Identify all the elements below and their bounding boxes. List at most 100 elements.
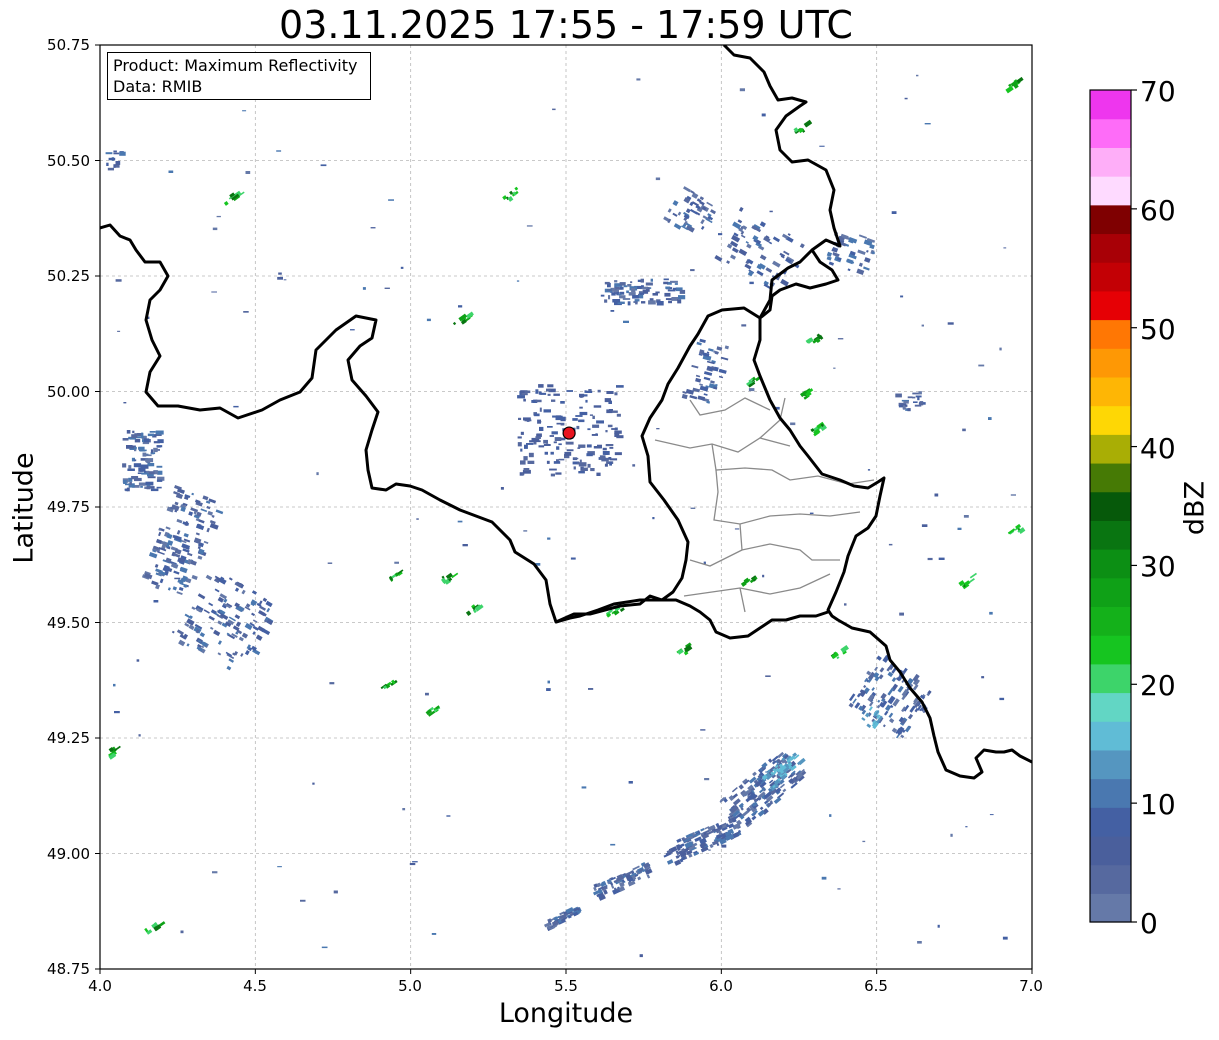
echo-cell	[559, 915, 565, 919]
echo-cell	[597, 444, 602, 449]
echo-cell	[924, 123, 931, 125]
echo-cell	[674, 283, 678, 285]
echo-cell	[554, 437, 562, 441]
echo-cell	[550, 451, 554, 455]
echo-cell	[566, 449, 574, 452]
echo-cell	[546, 688, 551, 691]
echo-cell	[586, 444, 592, 448]
echo-cell	[921, 324, 924, 327]
echo-cell	[596, 420, 604, 424]
echo-cell	[690, 269, 695, 272]
echo-cell	[384, 287, 390, 289]
echo-cell	[409, 863, 416, 866]
echo-cell	[547, 426, 553, 428]
echo-cell	[544, 451, 548, 455]
echo-cell	[528, 452, 534, 458]
echo-cell	[934, 493, 939, 497]
x-tick-label: 5.5	[554, 977, 578, 995]
echo-cell	[153, 600, 159, 603]
echo-cell	[168, 170, 174, 173]
echo-cell	[150, 488, 159, 492]
echo-cell	[605, 444, 614, 447]
echo-cell	[546, 388, 551, 392]
echo-cell	[212, 227, 218, 231]
colorbar-segment	[1090, 233, 1131, 263]
echo-cell	[108, 157, 116, 161]
echo-cell	[526, 443, 534, 445]
echo-cell	[668, 300, 672, 304]
echo-cell	[652, 517, 655, 520]
echo-cell	[138, 734, 141, 737]
colorbar-segment	[1090, 520, 1131, 550]
echo-cell	[180, 930, 184, 934]
echo-cell	[663, 281, 669, 285]
echo-cell	[602, 447, 607, 451]
echo-cell	[523, 468, 530, 471]
echo-cell	[550, 473, 555, 477]
echo-cell	[549, 468, 557, 471]
echo-cell	[950, 833, 953, 837]
echo-cell	[999, 347, 1002, 351]
echo-cell	[539, 426, 544, 431]
echo-cell	[609, 447, 614, 449]
echo-cell	[527, 460, 535, 464]
echo-cell	[124, 488, 129, 491]
echo-cell	[458, 305, 463, 308]
echo-cell	[402, 808, 406, 811]
echo-cell	[128, 465, 132, 469]
echo-cell	[558, 458, 565, 461]
colorbar-tick-label: 20	[1140, 669, 1176, 702]
colorbar-segment	[1090, 491, 1131, 521]
echo-cell	[585, 399, 588, 403]
colorbar-segment	[1090, 692, 1131, 722]
y-tick-label: 49.25	[47, 729, 90, 747]
echo-cell	[141, 472, 148, 475]
echo-cell	[547, 537, 551, 540]
colorbar-segment	[1090, 635, 1131, 665]
echo-cell	[937, 924, 940, 928]
echo-cell	[211, 291, 217, 293]
x-tick-marks	[99, 969, 1033, 974]
echo-cell	[618, 293, 622, 296]
echo-cell	[143, 438, 150, 443]
echo-cell	[671, 297, 679, 301]
echo-cell	[899, 612, 904, 616]
echo-cell	[276, 150, 282, 152]
echo-cell	[553, 461, 561, 464]
echo-cell	[320, 164, 327, 167]
echo-cell	[579, 419, 585, 422]
echo-cell	[122, 463, 127, 468]
echo-cell	[636, 78, 641, 81]
echo-cell	[517, 436, 522, 439]
echo-cell	[652, 293, 658, 296]
echo-cell	[904, 97, 908, 100]
echo-cell	[107, 167, 114, 171]
echo-cell	[243, 311, 249, 313]
echo-cell	[535, 436, 541, 439]
echo-cell	[614, 433, 620, 437]
echo-cell	[665, 286, 670, 289]
echo-cell	[156, 445, 163, 448]
colorbar-segment	[1090, 749, 1131, 780]
echo-cell	[155, 430, 164, 435]
echo-cell	[655, 177, 661, 181]
colorbar-tick-label: 50	[1140, 313, 1176, 346]
echo-cell	[821, 876, 827, 880]
echo-cell	[573, 466, 576, 470]
echo-cell	[546, 443, 549, 446]
echo-cell	[604, 281, 610, 285]
echo-cell	[739, 88, 745, 92]
echo-cell	[105, 152, 113, 155]
echo-cell	[610, 310, 615, 312]
echo-cell	[609, 458, 618, 461]
echo-cell	[590, 468, 595, 472]
colorbar-segment	[1090, 663, 1131, 694]
echo-cell	[144, 454, 152, 457]
echo-cell	[913, 401, 918, 403]
echo-cell	[749, 281, 754, 285]
echo-cell	[457, 520, 463, 523]
y-tick-label: 50.75	[47, 36, 90, 54]
echo-cell	[630, 281, 633, 284]
echo-cell	[518, 417, 522, 420]
echo-cell	[551, 399, 556, 402]
